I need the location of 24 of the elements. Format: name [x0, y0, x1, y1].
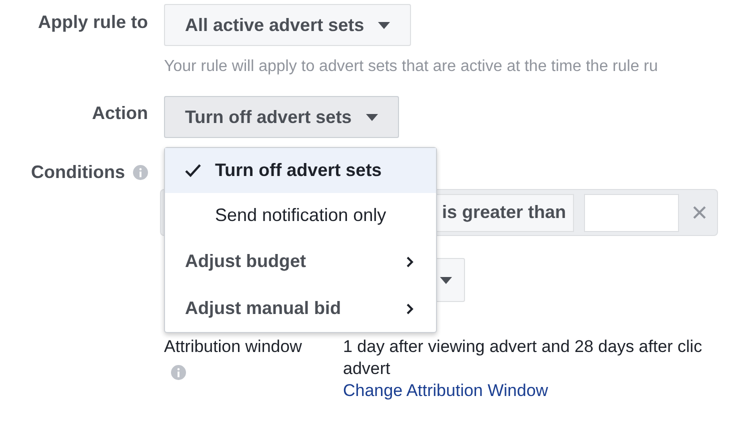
- info-icon: [133, 165, 148, 180]
- menu-item[interactable]: Send notification only: [165, 193, 436, 238]
- hint-text: Your rule will apply to advert sets that are active at the time the rule ru: [164, 58, 659, 76]
- menu-item[interactable]: Turn off advert sets: [165, 148, 436, 193]
- action-dropdown[interactable]: Turn off advert sets: [164, 96, 399, 138]
- menu-item[interactable]: Adjust manual bid: [165, 285, 436, 332]
- apply-rule-dropdown[interactable]: All active advert sets: [164, 4, 412, 46]
- caret-icon: [440, 276, 452, 284]
- info-icon: [171, 365, 186, 380]
- field-label: Apply rule to: [36, 11, 148, 34]
- change-attribution-link[interactable]: Change Attribution Window: [343, 380, 548, 402]
- attribution-text: advert: [343, 358, 392, 380]
- caret-icon: [366, 114, 378, 120]
- attribution-label: Attribution window: [164, 336, 303, 358]
- field-label: Action: [91, 102, 148, 125]
- caret-icon: [378, 22, 390, 28]
- value-field[interactable]: [584, 194, 679, 232]
- check-icon: [185, 164, 201, 177]
- close-icon: [692, 206, 706, 219]
- attribution-text: 1 day after viewing advert and 28 days after clic: [343, 336, 704, 358]
- chevron-icon: [406, 302, 414, 314]
- field-label: Conditions: [31, 162, 125, 183]
- menu-item[interactable]: Adjust budget: [165, 238, 436, 285]
- chevron-icon: [406, 256, 414, 268]
